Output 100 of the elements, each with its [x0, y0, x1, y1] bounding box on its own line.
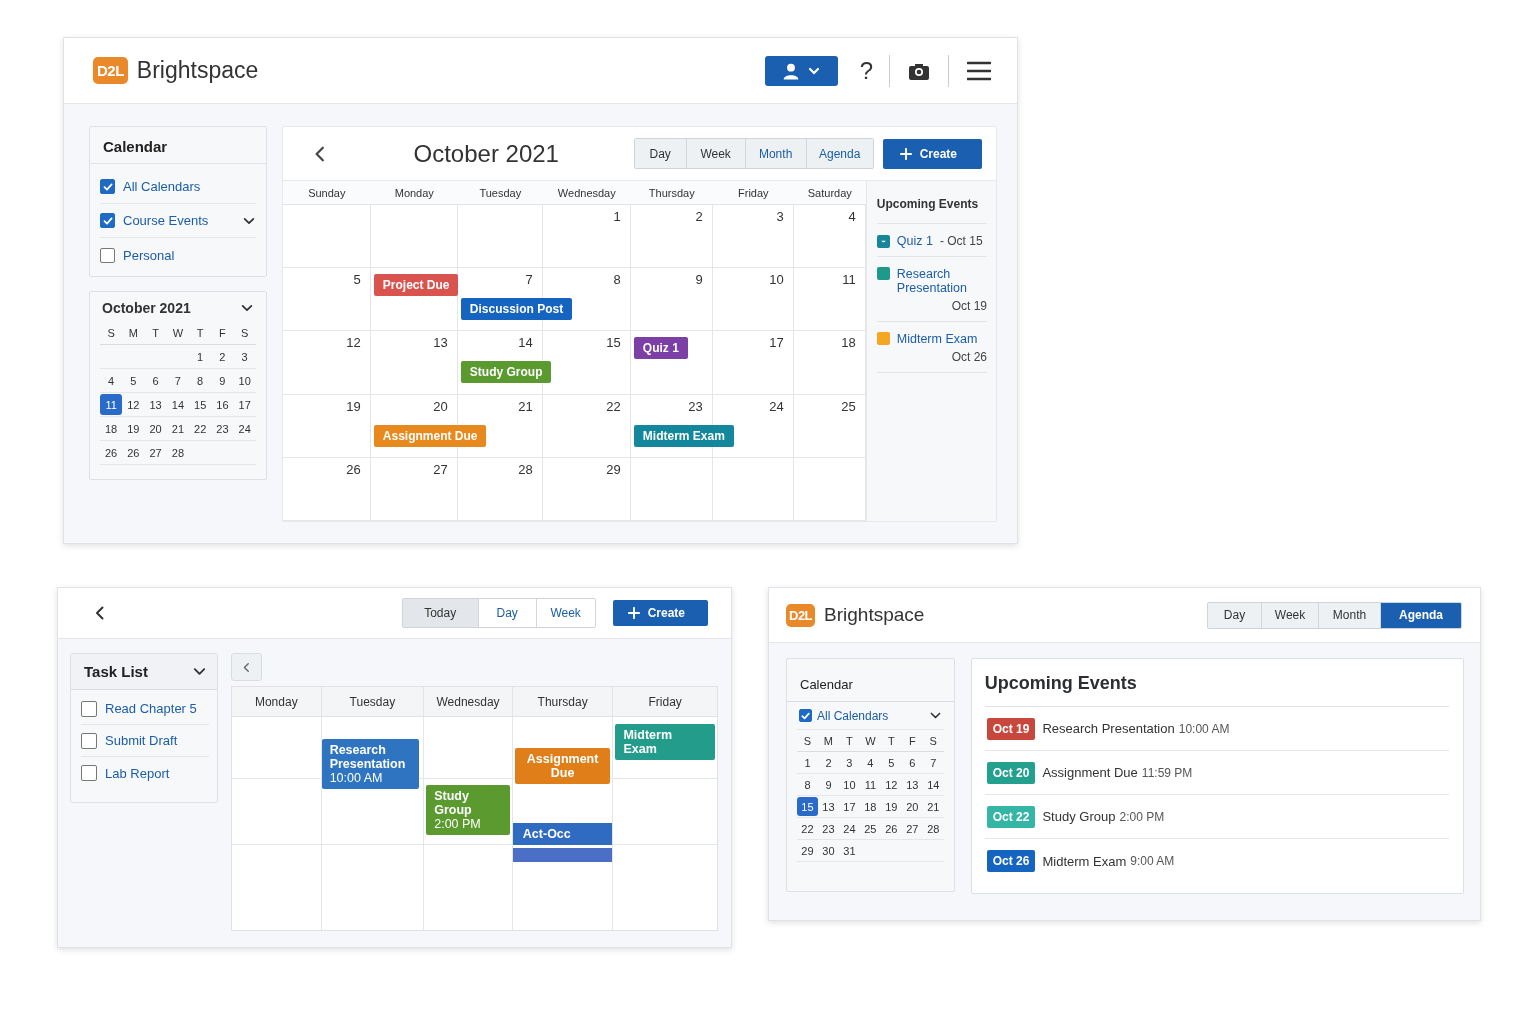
checkbox[interactable] [81, 765, 97, 781]
calendar-day[interactable]: 7 [166, 369, 189, 392]
calendar-cell[interactable] [793, 457, 866, 521]
calendar-day[interactable]: 10 [233, 369, 256, 392]
view-tab[interactable]: Agenda [1381, 602, 1461, 628]
event-chip[interactable]: Midterm Exam [633, 424, 734, 447]
calendar-day[interactable]: 21 [166, 417, 189, 440]
calendar-cell[interactable] [457, 205, 543, 269]
calendar-day[interactable]: 24 [838, 818, 860, 839]
calendar-day[interactable]: 13 [817, 796, 839, 817]
task-item[interactable]: Read Chapter 5 [105, 701, 209, 716]
view-tab[interactable]: Day [634, 139, 687, 168]
calendar-day[interactable]: 12 [880, 774, 902, 795]
calendar-day[interactable]: 20 [144, 417, 167, 440]
view-tab[interactable]: Agenda [806, 139, 873, 168]
view-tab[interactable]: Week [686, 139, 746, 168]
view-tab[interactable]: Month [745, 139, 807, 168]
event-link[interactable]: Midterm Exam [896, 332, 987, 346]
calendar-day[interactable]: 23 [211, 417, 234, 440]
calendar-filter[interactable]: All Calendars [123, 179, 256, 194]
day-column[interactable]: Research Presentation 10:00 AM [321, 717, 425, 930]
calendar-day[interactable]: 3 [838, 752, 860, 773]
calendar-day[interactable]: 27 [901, 818, 923, 839]
calendar-cell[interactable] [630, 457, 713, 521]
calendar-cell[interactable] [370, 205, 458, 269]
calendar-cell[interactable] [282, 205, 371, 269]
calendar-day[interactable]: 11 [100, 394, 123, 415]
calendar-day[interactable]: 31 [838, 840, 860, 861]
calendar-day[interactable]: 1 [189, 345, 212, 368]
event-chip[interactable]: Discussion Post [460, 298, 573, 321]
calendar-cell[interactable]: 25 [793, 394, 866, 458]
calendar-day[interactable]: 9 [211, 369, 234, 392]
menu-icon[interactable] [967, 60, 991, 81]
calendar-day[interactable]: 15 [189, 393, 212, 416]
calendar-day[interactable]: 2 [211, 345, 234, 368]
calendar-cell[interactable]: 28 [457, 457, 543, 521]
checkbox[interactable] [81, 732, 97, 749]
calendar-day[interactable]: 22 [189, 417, 212, 440]
calendar-day[interactable]: 12 [122, 393, 145, 416]
calendar-cell[interactable]: Project Due [370, 268, 458, 332]
calendar-day[interactable]: 8 [797, 774, 818, 795]
create-button[interactable]: Create [882, 138, 982, 169]
calendar-day[interactable]: 8 [189, 369, 212, 392]
calendar-day[interactable]: 21 [922, 796, 944, 817]
calendar-cell[interactable]: 17 [712, 331, 794, 395]
calendar-day[interactable]: 2 [817, 752, 839, 773]
calendar-day[interactable]: 28 [166, 441, 189, 464]
day-column[interactable]: Assignment Due Act-Occ [512, 717, 614, 930]
view-tab[interactable]: Day [1208, 602, 1262, 628]
calendar-day[interactable]: 3 [233, 345, 256, 368]
calendar-day[interactable]: 15 [797, 797, 818, 816]
calendar-day[interactable]: 30 [817, 840, 839, 861]
calendar-filter[interactable]: Course Events [123, 213, 234, 228]
view-tab[interactable]: Today [402, 599, 479, 627]
calendar-day[interactable]: 4 [100, 369, 123, 392]
event-chip[interactable]: Quiz 1 [633, 337, 688, 360]
checkbox[interactable] [799, 709, 812, 722]
calendar-cell[interactable]: 2 [630, 205, 713, 269]
calendar-day[interactable]: 5 [880, 752, 902, 773]
calendar-cell[interactable]: Quiz 1 [630, 331, 713, 395]
calendar-cell[interactable]: 26 [282, 457, 371, 521]
calendar-day[interactable]: 18 [100, 417, 123, 440]
calendar-cell[interactable]: 22 [542, 394, 631, 458]
calendar-cell[interactable]: 1 [542, 205, 631, 269]
calendar-day[interactable]: 14 [922, 774, 944, 795]
calendar-day[interactable]: 6 [901, 752, 923, 773]
checkbox[interactable] [81, 700, 97, 717]
calendar-day[interactable]: 16 [211, 393, 234, 416]
calendar-day[interactable]: 17 [233, 393, 256, 416]
calendar-day[interactable]: 26 [880, 818, 902, 839]
calendar-day[interactable]: 13 [144, 393, 167, 416]
calendar-day[interactable]: 17 [838, 796, 860, 817]
calendar-day[interactable]: 10 [838, 774, 860, 795]
calendar-cell[interactable]: 4 [793, 205, 866, 269]
create-button[interactable]: Create [612, 600, 708, 626]
calendar-cell[interactable]: 5 [282, 268, 371, 332]
event-block[interactable]: Research Presentation 10:00 AM [321, 739, 420, 789]
calendar-filter[interactable]: All Calendars [817, 708, 924, 723]
calendar-cell[interactable]: 13 [370, 331, 458, 395]
calendar-day[interactable]: 9 [817, 774, 839, 795]
calendar-day[interactable]: 20 [901, 796, 923, 817]
calendar-day[interactable]: 27 [144, 441, 167, 464]
calendar-day[interactable]: 11 [859, 774, 881, 795]
user-menu-button[interactable] [764, 55, 838, 86]
calendar-day[interactable]: 19 [880, 796, 902, 817]
calendar-day[interactable]: 7 [922, 752, 944, 773]
calendar-day[interactable]: 1 [797, 752, 818, 773]
calendar-cell[interactable]: 18 [793, 331, 866, 395]
calendar-cell[interactable]: 19 [282, 394, 371, 458]
calendar-cell[interactable] [712, 457, 794, 521]
calendar-day[interactable]: 26 [122, 441, 145, 464]
calendar-day[interactable]: 24 [233, 417, 256, 440]
event-chip[interactable]: Project Due [373, 274, 459, 297]
calendar-day[interactable]: 5 [122, 369, 145, 392]
calendar-cell[interactable]: 29 [542, 457, 631, 521]
calendar-day[interactable]: 6 [144, 369, 167, 392]
checkbox[interactable] [100, 213, 115, 228]
event-link[interactable]: Research Presentation [896, 267, 987, 295]
calendar-filter[interactable]: Personal [123, 247, 256, 263]
view-tab[interactable]: Month [1319, 602, 1381, 628]
